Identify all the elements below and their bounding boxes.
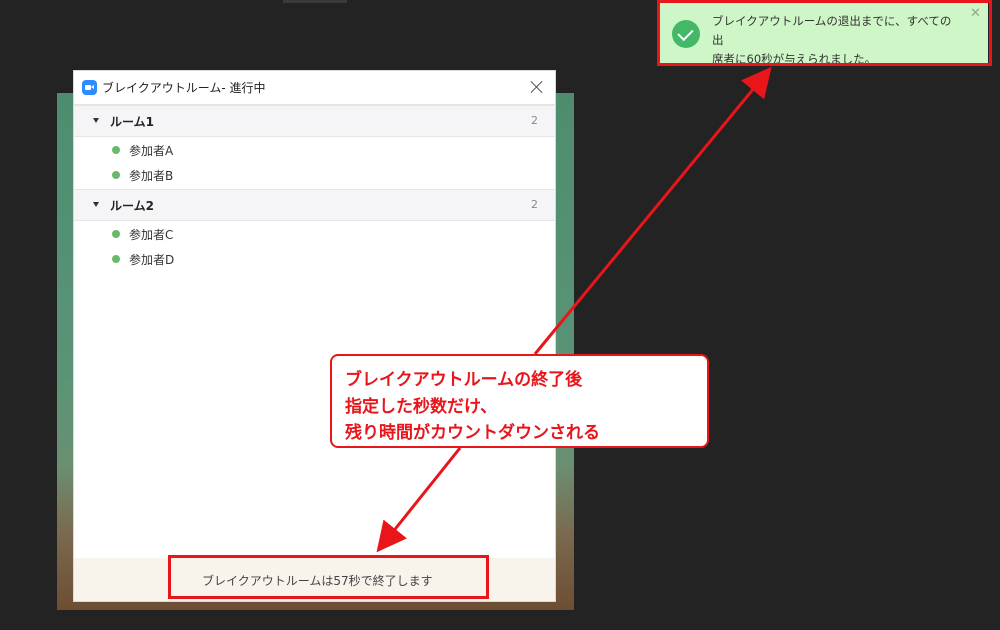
arrow-to-toast bbox=[533, 66, 772, 355]
callout-line-2: 指定した秒数だけ、 bbox=[345, 397, 498, 417]
arrow-to-countdown bbox=[376, 447, 462, 553]
annotation-arrows bbox=[376, 66, 772, 553]
callout-line-1: ブレイクアウトルームの終了後 bbox=[345, 370, 583, 390]
callout-line-3: 残り時間がカウントダウンされる bbox=[345, 423, 600, 443]
annotation-callout: ブレイクアウトルームの終了後 指定した秒数だけ、 残り時間がカウントダウンされる bbox=[330, 354, 709, 448]
